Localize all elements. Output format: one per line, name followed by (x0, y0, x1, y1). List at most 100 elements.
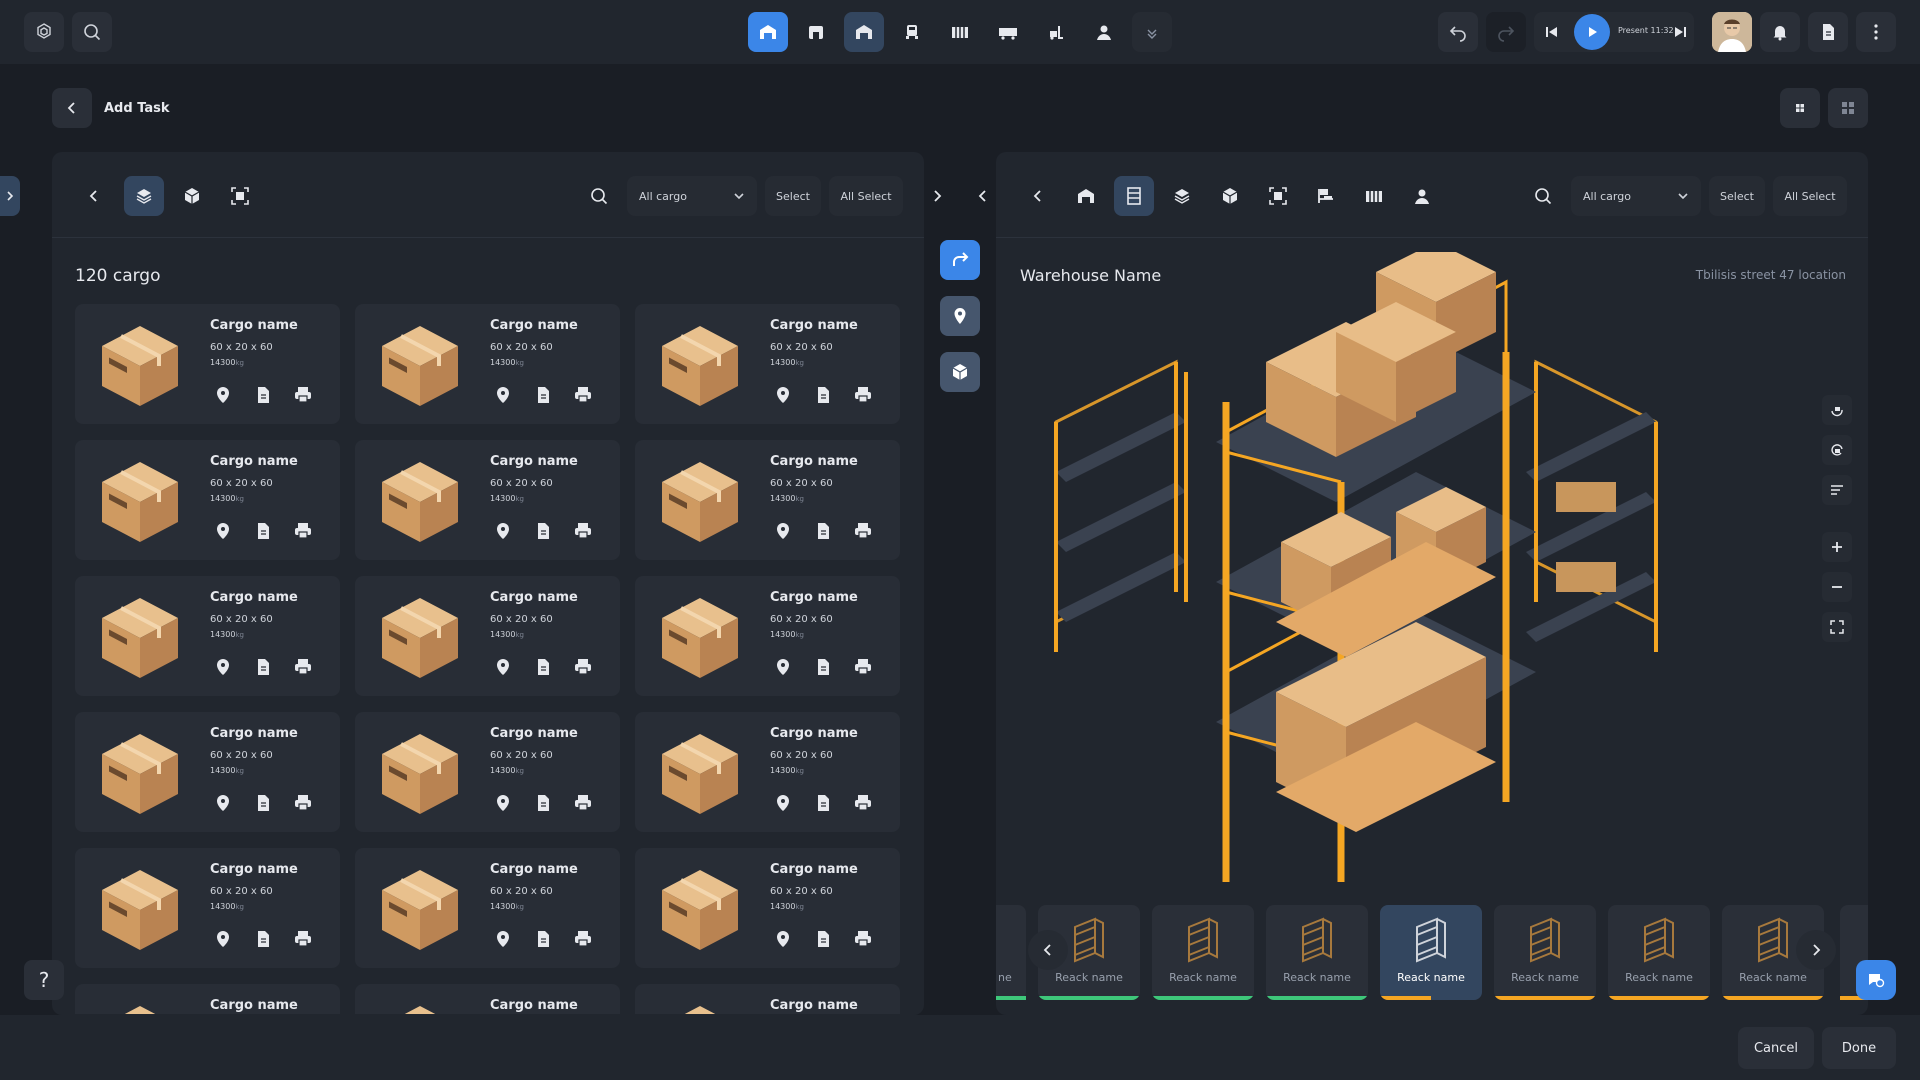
print-icon[interactable] (290, 790, 316, 816)
cargo-filter-dropdown[interactable]: All cargo (627, 176, 757, 216)
cargo-card[interactable]: Cargo name60 x 20 x 6014300kg (355, 576, 620, 696)
select-button[interactable]: Select (1709, 176, 1765, 216)
expand-sidebar-chevron-icon[interactable] (0, 176, 20, 216)
rack-card-partial-left[interactable]: ne (996, 905, 1026, 1000)
cargo-card[interactable]: Cargo name60 x 20 x 6014300kg (635, 304, 900, 424)
rack-card[interactable]: Reack name (1380, 905, 1482, 1000)
print-icon[interactable] (570, 382, 596, 408)
sort-lines-icon[interactable] (1822, 475, 1852, 505)
location-pin-icon[interactable] (490, 790, 516, 816)
pallet-stack-icon[interactable] (124, 176, 164, 216)
warehouse-search-icon[interactable] (1523, 176, 1563, 216)
document-icon[interactable] (810, 382, 836, 408)
cargo-card[interactable]: Cargo name60 x 20 x 6014300kg (635, 440, 900, 560)
warehouse-back-chevron-icon[interactable] (1018, 176, 1058, 216)
zoom-out-icon[interactable] (1822, 572, 1852, 602)
cancel-button[interactable]: Cancel (1738, 1027, 1814, 1069)
document-icon[interactable] (810, 518, 836, 544)
app-logo-icon[interactable] (24, 12, 64, 52)
rack-card[interactable]: Reack name (1608, 905, 1710, 1000)
nav-more-chevron-icon[interactable] (1132, 12, 1172, 52)
cargo-card[interactable]: Cargo name60 x 20 x 6014300kg (75, 848, 340, 968)
nav-warehouse-2-icon[interactable] (844, 12, 884, 52)
fullscreen-icon[interactable] (1822, 612, 1852, 642)
shelf-icon[interactable] (1114, 176, 1154, 216)
print-icon[interactable] (570, 654, 596, 680)
carousel-prev-button[interactable] (1028, 930, 1068, 970)
cargo-card[interactable]: Cargo name60 x 20 x 6014300kg (75, 440, 340, 560)
document-icon[interactable] (250, 382, 276, 408)
print-icon[interactable] (850, 382, 876, 408)
document-icon[interactable] (530, 790, 556, 816)
location-pin-icon[interactable] (210, 518, 236, 544)
print-icon[interactable] (290, 382, 316, 408)
select-button[interactable]: Select (765, 176, 821, 216)
location-pin-icon[interactable] (210, 654, 236, 680)
avatar[interactable] (1712, 12, 1752, 52)
document-icon[interactable] (530, 518, 556, 544)
warehouse-filter-dropdown[interactable]: All cargo (1571, 176, 1701, 216)
document-icon[interactable] (530, 382, 556, 408)
nav-user-icon[interactable] (1084, 12, 1124, 52)
cargo-card[interactable]: Cargo name60 x 20 x 6014300kg (75, 576, 340, 696)
carousel-next-button[interactable] (1796, 930, 1836, 970)
cargo-card[interactable]: Cargo name60 x 20 x 6014300kg (635, 712, 900, 832)
grid-small-view-icon[interactable] (1780, 88, 1820, 128)
cargo-card[interactable]: Cargo name60 x 20 x 6014300kg (355, 304, 620, 424)
cargo-card[interactable]: Cargo name60 x 20 x 6014300kg (635, 576, 900, 696)
print-icon[interactable] (570, 926, 596, 952)
skip-back-icon[interactable] (1544, 24, 1560, 44)
rack-card[interactable]: Reack name (1266, 905, 1368, 1000)
document-icon[interactable] (810, 926, 836, 952)
print-icon[interactable] (290, 654, 316, 680)
forklift-icon[interactable] (1306, 176, 1346, 216)
help-button[interactable]: ? (24, 960, 64, 1000)
more-vertical-icon[interactable] (1856, 12, 1896, 52)
move-arrow-icon[interactable] (940, 240, 980, 280)
document-icon[interactable] (250, 518, 276, 544)
document-icon[interactable] (250, 654, 276, 680)
back-button[interactable] (52, 88, 92, 128)
cargo-card[interactable]: Cargo name60 x 20 x 6014300kg (355, 712, 620, 832)
location-pin-icon[interactable] (770, 926, 796, 952)
document-icon[interactable] (250, 926, 276, 952)
location-pin-icon[interactable] (210, 926, 236, 952)
box-action-icon[interactable] (940, 352, 980, 392)
scan-box-icon[interactable] (1258, 176, 1298, 216)
rack-card[interactable]: Reack name (1152, 905, 1254, 1000)
all-select-button[interactable]: All Select (1773, 176, 1847, 216)
redo-icon[interactable] (1486, 12, 1526, 52)
undo-icon[interactable] (1438, 12, 1478, 52)
box-icon[interactable] (1210, 176, 1250, 216)
nav-warehouse-icon[interactable] (748, 12, 788, 52)
location-pin-icon[interactable] (490, 926, 516, 952)
document-icon[interactable] (250, 790, 276, 816)
print-icon[interactable] (850, 926, 876, 952)
rack-3d-illustration[interactable] (1036, 252, 1676, 892)
location-pin-icon[interactable] (490, 382, 516, 408)
rack-card[interactable]: Reack name (1494, 905, 1596, 1000)
collapse-right-chevron-icon[interactable] (917, 176, 957, 216)
cargo-card[interactable]: Cargo name60 x 20 x 6014300kg (355, 984, 620, 1015)
cargo-card[interactable]: Cargo name60 x 20 x 6014300kg (635, 848, 900, 968)
search-icon[interactable] (72, 12, 112, 52)
document-icon[interactable] (810, 654, 836, 680)
document-icon[interactable] (530, 654, 556, 680)
box-icon[interactable] (172, 176, 212, 216)
location-pin-icon[interactable] (940, 296, 980, 336)
chat-icon[interactable] (1856, 960, 1896, 1000)
zoom-in-icon[interactable] (1822, 532, 1852, 562)
location-pin-icon[interactable] (770, 790, 796, 816)
cargo-card[interactable]: Cargo name60 x 20 x 6014300kg (75, 712, 340, 832)
warehouse-icon[interactable] (1066, 176, 1106, 216)
pallet-stack-icon[interactable] (1162, 176, 1202, 216)
location-pin-icon[interactable] (210, 382, 236, 408)
location-pin-icon[interactable] (770, 518, 796, 544)
print-icon[interactable] (290, 926, 316, 952)
done-button[interactable]: Done (1822, 1027, 1896, 1069)
print-icon[interactable] (570, 518, 596, 544)
skip-forward-icon[interactable] (1672, 24, 1688, 44)
location-pin-icon[interactable] (490, 518, 516, 544)
rack-icon[interactable] (1354, 176, 1394, 216)
cargo-card[interactable]: Cargo name60 x 20 x 6014300kg (635, 984, 900, 1015)
